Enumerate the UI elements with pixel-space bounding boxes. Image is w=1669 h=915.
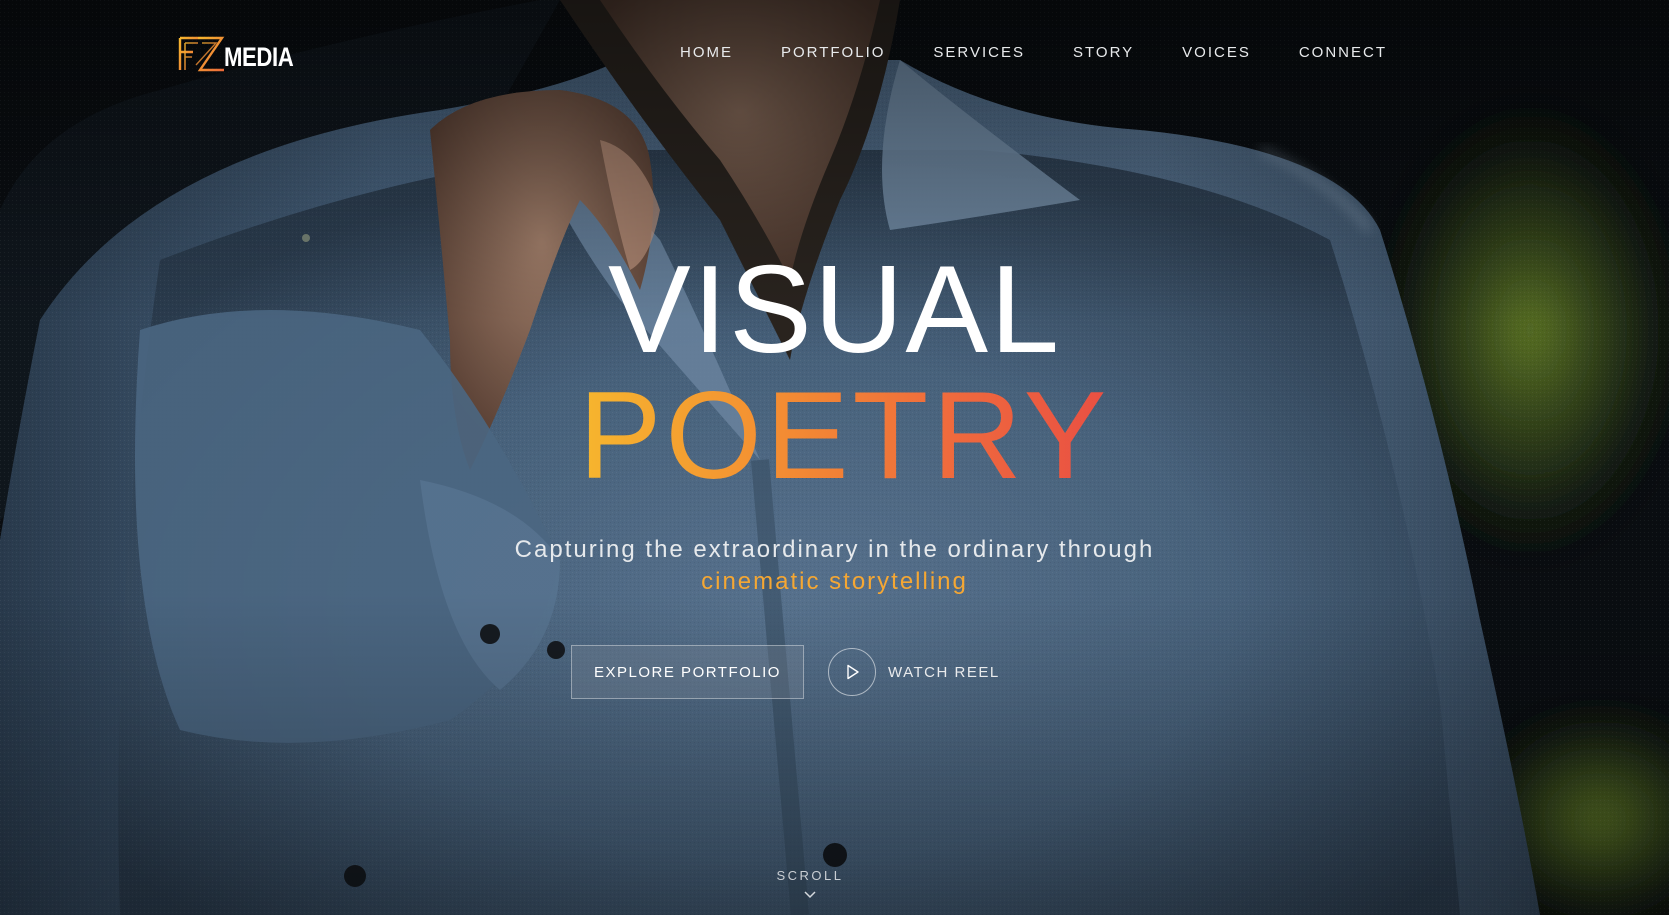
main-navigation: MEDIA HOME PORTFOLIO SERVICES STORY VOIC… bbox=[0, 0, 1669, 110]
nav-item-voices[interactable]: VOICES bbox=[1182, 44, 1251, 61]
nav-item-home[interactable]: HOME bbox=[680, 44, 733, 61]
brand-logo[interactable]: MEDIA bbox=[178, 34, 309, 74]
hero-headline-gradient-text: POETRY bbox=[578, 367, 1111, 505]
play-icon[interactable] bbox=[828, 648, 876, 696]
hero-section: MEDIA HOME PORTFOLIO SERVICES STORY VOIC… bbox=[0, 0, 1669, 915]
hero-tagline: Capturing the extraordinary in the ordin… bbox=[0, 534, 1669, 598]
nav-item-portfolio[interactable]: PORTFOLIO bbox=[781, 44, 885, 61]
nav-links: HOME PORTFOLIO SERVICES STORY VOICES CON… bbox=[680, 44, 1387, 61]
tagline-text: Capturing the extraordinary in the ordin… bbox=[514, 536, 1155, 563]
nav-item-story[interactable]: STORY bbox=[1073, 44, 1134, 61]
chevron-down-icon bbox=[804, 891, 816, 899]
watch-reel-label: WATCH REEL bbox=[888, 663, 1000, 681]
nav-item-connect[interactable]: CONNECT bbox=[1299, 44, 1387, 61]
watch-reel-button[interactable]: WATCH REEL bbox=[828, 648, 1000, 696]
hero-headline-line2: POETRY bbox=[10, 374, 1669, 498]
hero-cta-row: EXPLORE PORTFOLIO WATCH REEL bbox=[571, 645, 1000, 699]
scroll-indicator[interactable]: SCROLL bbox=[0, 868, 1620, 901]
logo-mark-icon bbox=[178, 36, 225, 72]
tagline-accent: cinematic storytelling bbox=[701, 568, 968, 595]
scroll-label: SCROLL bbox=[776, 868, 844, 883]
hero-headline-line1: VISUAL bbox=[607, 241, 1062, 379]
logo-text: MEDIA bbox=[224, 41, 294, 72]
explore-portfolio-button[interactable]: EXPLORE PORTFOLIO bbox=[571, 645, 804, 699]
nav-item-services[interactable]: SERVICES bbox=[933, 44, 1025, 61]
